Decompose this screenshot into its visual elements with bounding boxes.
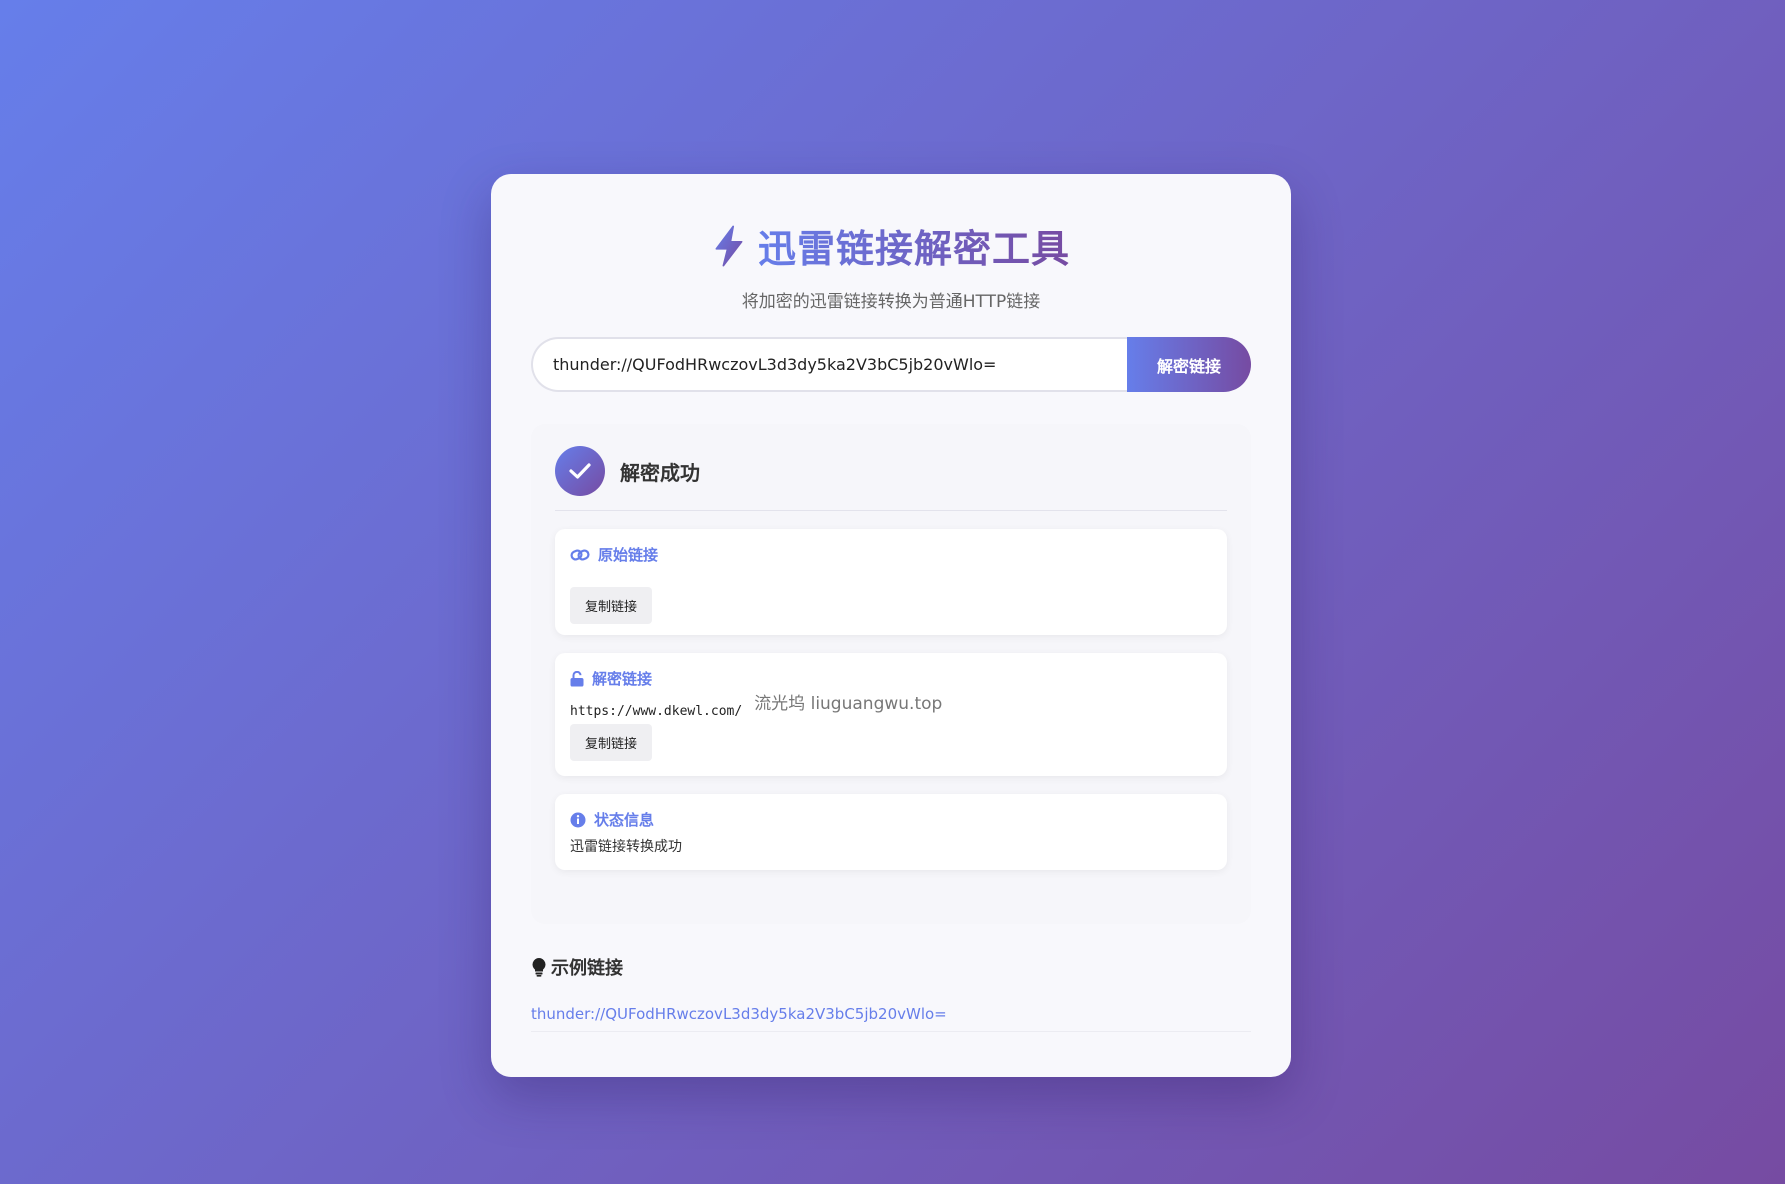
copy-decrypted-button[interactable]: 复制链接 (570, 724, 653, 761)
original-link-label: 原始链接 (570, 544, 1212, 565)
decrypted-link-row: https://www.dkewl.com/ 流光坞 liuguangwu.to… (570, 694, 1212, 720)
lightbulb-icon (532, 958, 546, 977)
page-title: 迅雷链接解密工具 (758, 218, 1070, 273)
header: 迅雷链接解密工具 将加密的迅雷链接转换为普通HTTP链接 (491, 218, 1291, 312)
lightning-bolt-icon (715, 225, 743, 266)
watermark-text: 流光坞 liuguangwu.top (754, 694, 943, 714)
status-item: 状态信息 迅雷链接转换成功 (555, 794, 1227, 870)
decrypted-link-label-text: 解密链接 (592, 670, 653, 688)
decrypted-link-item: 解密链接 https://www.dkewl.com/ 流光坞 liuguang… (555, 653, 1227, 776)
status-label: 状态信息 (570, 809, 1212, 830)
decrypted-link-label: 解密链接 (570, 668, 1212, 689)
status-label-text: 状态信息 (594, 811, 655, 829)
examples-heading: 示例链接 (531, 954, 1251, 980)
thunder-url-input[interactable] (531, 337, 1127, 392)
result-header: 解密成功 (555, 446, 1227, 511)
examples-title: 示例链接 (551, 958, 623, 979)
original-link-item: 原始链接 复制链接 (555, 529, 1227, 635)
main-card: 迅雷链接解密工具 将加密的迅雷链接转换为普通HTTP链接 解密链接 解密成功 原… (491, 174, 1291, 1077)
decrypt-button[interactable]: 解密链接 (1127, 337, 1251, 392)
result-title: 解密成功 (620, 460, 700, 485)
original-link-value (570, 571, 1212, 577)
check-icon (555, 446, 605, 496)
example-link[interactable]: thunder://QUFodHRwczovL3d3dy5ka2V3bC5jb2… (531, 1005, 1251, 1032)
page-subtitle: 将加密的迅雷链接转换为普通HTTP链接 (741, 292, 1041, 312)
title-row: 迅雷链接解密工具 (491, 218, 1291, 273)
examples-section: 示例链接 thunder://QUFodHRwczovL3d3dy5ka2V3b… (531, 954, 1251, 1032)
status-text: 迅雷链接转换成功 (570, 839, 682, 855)
result-panel: 解密成功 原始链接 复制链接 解密链接 https://www.dkewl.co… (531, 424, 1251, 924)
decrypt-form: 解密链接 (531, 337, 1251, 392)
decrypted-link-value[interactable]: https://www.dkewl.com/ (570, 704, 742, 719)
unlock-icon (570, 670, 584, 686)
link-icon (570, 548, 590, 561)
info-icon (570, 812, 586, 827)
original-link-label-text: 原始链接 (598, 546, 659, 564)
copy-original-button[interactable]: 复制链接 (570, 587, 653, 624)
